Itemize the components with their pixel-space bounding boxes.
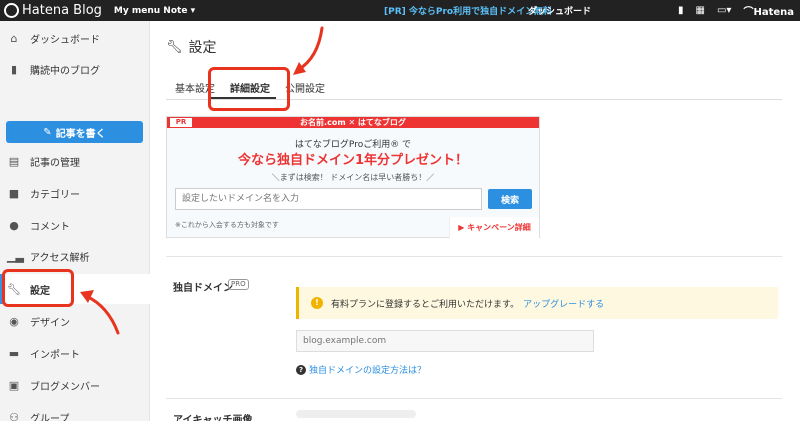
domain-search-input[interactable]	[175, 188, 482, 210]
custom-domain-label: 独自ドメイン	[173, 283, 233, 294]
tab-publish-settings[interactable]: 公開設定	[285, 80, 325, 95]
highlight-settings-item	[2, 269, 74, 307]
sidebar: ⌂ ダッシュボード ▮ 購読中のブログ ✎ 記事を書く ▤ 記事の管理 ■ カテ…	[0, 21, 150, 421]
palette-icon: ◉	[9, 314, 19, 328]
dashboard-link[interactable]: ダッシュボード	[528, 4, 591, 17]
sidebar-item-dashboard[interactable]: ⌂ ダッシュボード	[0, 23, 150, 53]
eyecatch-preview	[296, 410, 416, 418]
section-divider	[166, 398, 782, 399]
banner-note: ※これから入会する方も対象です	[175, 221, 279, 229]
sidebar-item-import[interactable]: ▬ インポート	[0, 338, 150, 368]
logo-circle-icon	[4, 3, 19, 18]
truck-icon: ▬	[8, 346, 20, 360]
notice-text: 有料プランに登録するとご利用いただけます。	[331, 299, 520, 310]
sidebar-item-members[interactable]: ▣ ブログメンバー	[0, 370, 150, 400]
top-navigation-bar: Hatena Blog My menu Note ▾ [PR] 今ならPro利用…	[0, 0, 800, 21]
hatena-account-menu[interactable]: ⌒Hatena	[743, 3, 794, 18]
sidebar-item-comments[interactable]: ● コメント	[0, 210, 150, 240]
bookmark-icon[interactable]: ▮	[678, 5, 684, 16]
sidebar-item-subscriptions[interactable]: ▮ 購読中のブログ	[0, 54, 150, 84]
pr-link[interactable]: [PR] 今ならPro利用で独自ドメイン無料	[384, 4, 552, 17]
my-menu-dropdown[interactable]: My menu Note ▾	[114, 6, 195, 16]
edit-icon: ✎	[43, 126, 52, 138]
banner-headline: 今なら独自ドメイン1年分プレゼント！	[237, 153, 469, 168]
grid-icon[interactable]: ▦	[696, 5, 705, 16]
pro-badge: PRO	[228, 279, 249, 290]
banner-header: PR お名前.com ✕ はてなブログ	[167, 117, 539, 128]
sidebar-item-design[interactable]: ◉ デザイン	[0, 306, 150, 336]
notification-icon[interactable]: ▭▾	[717, 5, 731, 16]
top-icons: ▮ ▦ ▭▾ ⌒Hatena	[678, 3, 794, 18]
sidebar-item-groups[interactable]: ⚇ グループ	[0, 402, 150, 421]
question-icon: ?	[296, 364, 306, 375]
members-icon: ▣	[8, 378, 20, 392]
sidebar-item-categories[interactable]: ■ カテゴリー	[0, 178, 150, 208]
folder-icon: ■	[8, 186, 20, 200]
page-title: 🔧︎ 設定	[166, 39, 217, 57]
upgrade-link[interactable]: アップグレードする	[523, 297, 604, 310]
group-icon: ⚇	[9, 410, 19, 421]
section-divider	[166, 256, 782, 257]
hatena-blog-logo[interactable]: Hatena Blog	[4, 3, 102, 18]
sidebar-item-articles[interactable]: ▤ 記事の管理	[0, 146, 150, 176]
banner-line3: ＼まずは検索！ ドメイン名は早い者勝ち！／	[271, 173, 435, 182]
campaign-details-link[interactable]: ▶ キャンペーン詳細	[449, 217, 539, 238]
highlight-advanced-tab	[208, 67, 290, 111]
wrench-icon: 🔧︎	[166, 39, 183, 55]
comment-icon: ●	[9, 218, 19, 232]
home-icon: ⌂	[10, 31, 18, 45]
write-article-button[interactable]: ✎ 記事を書く	[6, 121, 143, 143]
pr-domain-banner: PR お名前.com ✕ はてなブログ はてなブログProご利用® で 今なら独…	[166, 116, 540, 238]
pr-tag: PR	[170, 118, 192, 127]
warning-icon: !	[311, 297, 323, 309]
sidebar-item-analytics[interactable]: ▁▃ アクセス解析	[0, 241, 150, 271]
chart-icon: ▁▃	[7, 249, 24, 263]
eyecatch-label: アイキャッチ画像	[173, 415, 253, 421]
domain-help-link[interactable]: ? 独自ドメインの設定方法は？	[296, 363, 426, 376]
document-icon: ▤	[8, 154, 20, 168]
custom-domain-input[interactable]	[296, 330, 594, 352]
bookmark-icon: ▮	[10, 62, 18, 76]
banner-header-text: お名前.com ✕ はてなブログ	[300, 118, 406, 127]
domain-search-button[interactable]: 検索	[488, 189, 532, 209]
upgrade-notice: ! 有料プランに登録するとご利用いただけます。 アップグレードする	[296, 287, 778, 319]
